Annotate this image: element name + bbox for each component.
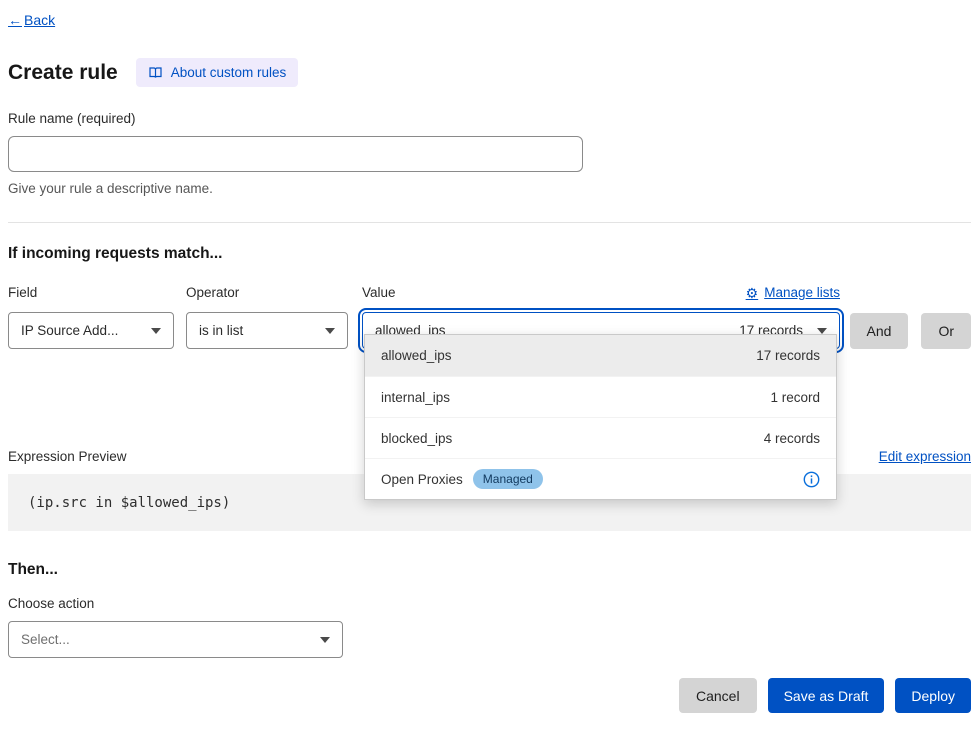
match-condition-row: Field IP Source Add... Operator is in li…	[8, 285, 971, 349]
edit-expression-link[interactable]: Edit expression	[879, 449, 971, 464]
about-custom-rules-link[interactable]: About custom rules	[136, 58, 299, 87]
info-icon[interactable]	[803, 471, 820, 488]
and-button[interactable]: And	[850, 313, 909, 349]
expression-preview-label: Expression Preview	[8, 449, 127, 464]
choose-action-label: Choose action	[8, 596, 971, 611]
list-option-name: blocked_ips	[381, 431, 452, 446]
then-section-title: Then...	[8, 561, 971, 579]
list-option-meta: 4 records	[764, 431, 820, 446]
list-option-name: Open Proxies	[381, 472, 463, 487]
condition-connector-buttons: And Or	[850, 313, 971, 349]
list-option-open-proxies[interactable]: Open Proxies Managed	[365, 458, 836, 499]
manage-lists-label: Manage lists	[764, 285, 840, 300]
list-option-internal-ips[interactable]: internal_ips 1 record	[365, 376, 836, 417]
managed-badge: Managed	[473, 469, 543, 489]
list-option-meta: 1 record	[770, 390, 820, 405]
title-row: Create rule About custom rules	[8, 58, 971, 87]
list-option-allowed-ips[interactable]: allowed_ips 17 records	[365, 335, 836, 376]
field-select-value: IP Source Add...	[21, 323, 118, 338]
value-label-row: Value ⚙ Manage lists	[362, 285, 840, 300]
list-option-name: allowed_ips	[381, 348, 452, 363]
operator-column: Operator is in list	[186, 285, 348, 349]
book-icon	[148, 65, 163, 80]
match-section-title: If incoming requests match...	[8, 245, 971, 263]
cancel-button[interactable]: Cancel	[679, 678, 757, 713]
chevron-down-icon	[817, 328, 827, 334]
list-option-blocked-ips[interactable]: blocked_ips 4 records	[365, 417, 836, 458]
rule-name-input[interactable]	[8, 136, 583, 172]
list-option-meta: 17 records	[756, 348, 820, 363]
chevron-down-icon	[325, 328, 335, 334]
value-label: Value	[362, 285, 396, 300]
gear-icon: ⚙	[746, 286, 759, 300]
value-column: Value ⚙ Manage lists allowed_ips 17 reco…	[362, 285, 840, 349]
chevron-down-icon	[151, 328, 161, 334]
create-rule-page: ←Back Create rule About custom rules Rul…	[0, 0, 979, 739]
section-divider	[8, 222, 971, 223]
action-select-placeholder: Select...	[21, 632, 70, 647]
list-option-name: internal_ips	[381, 390, 450, 405]
list-option-left: Open Proxies Managed	[381, 469, 543, 489]
rule-name-helper: Give your rule a descriptive name.	[8, 181, 971, 196]
field-column: Field IP Source Add...	[8, 285, 174, 349]
operator-select[interactable]: is in list	[186, 312, 348, 349]
value-dropdown-panel: allowed_ips 17 records internal_ips 1 re…	[364, 334, 837, 500]
operator-label: Operator	[186, 285, 348, 300]
manage-lists-link[interactable]: ⚙ Manage lists	[746, 285, 840, 300]
back-label: Back	[24, 12, 55, 28]
back-link[interactable]: ←Back	[8, 12, 55, 28]
operator-select-value: is in list	[199, 323, 243, 338]
or-button[interactable]: Or	[921, 313, 971, 349]
chevron-down-icon	[320, 637, 330, 643]
deploy-button[interactable]: Deploy	[895, 678, 971, 713]
field-label: Field	[8, 285, 174, 300]
rule-name-label: Rule name (required)	[8, 111, 971, 126]
page-title: Create rule	[8, 61, 118, 85]
back-arrow-icon: ←	[8, 12, 22, 28]
save-as-draft-button[interactable]: Save as Draft	[768, 678, 885, 713]
action-select[interactable]: Select...	[8, 621, 343, 658]
field-select[interactable]: IP Source Add...	[8, 312, 174, 349]
expression-code-text: (ip.src in $allowed_ips)	[28, 495, 230, 511]
about-custom-rules-label: About custom rules	[171, 65, 287, 80]
footer-actions: Cancel Save as Draft Deploy	[8, 678, 971, 713]
